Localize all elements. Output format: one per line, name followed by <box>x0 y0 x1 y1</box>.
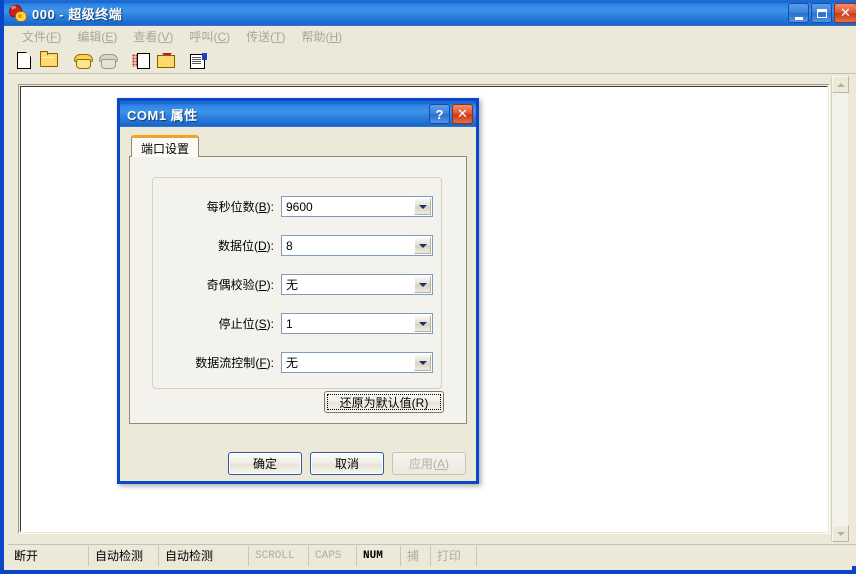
field-parity: 奇偶校验(P): 无 <box>153 274 443 295</box>
combo-parity[interactable]: 无 <box>281 274 433 295</box>
properties-icon[interactable] <box>186 49 210 72</box>
restore-defaults-button[interactable]: 还原为默认值(R) <box>324 391 444 413</box>
title-bar[interactable]: 000 - 超级终端 ✕ <box>4 0 856 26</box>
field-stop-bits: 停止位(S): 1 <box>153 313 443 334</box>
label-parity: 奇偶校验(P): <box>206 278 274 292</box>
status-bar: 断开 自动检测 自动检测 SCROLL CAPS NUM 捕 打印 <box>8 544 856 566</box>
chevron-down-icon[interactable] <box>414 276 431 293</box>
open-folder-icon[interactable] <box>37 49 61 72</box>
dialog-title-bar[interactable]: COM1 属性 ? ✕ <box>120 101 476 127</box>
combo-value-bits-per-second: 9600 <box>286 199 313 214</box>
chevron-down-icon[interactable] <box>414 315 431 332</box>
cancel-button[interactable]: 取消 <box>310 452 384 475</box>
label-stop-bits: 停止位(S): <box>218 317 274 331</box>
combo-value-flow-control: 无 <box>286 356 299 370</box>
window-title: 000 - 超级终端 <box>32 6 123 22</box>
window-frame: 000 - 超级终端 ✕ 文件(F) 编辑(E) 查看(V) 呼叫(C) 传送(… <box>0 0 856 574</box>
dialog-close-button[interactable]: ✕ <box>452 104 473 124</box>
dialog-controls: ? ✕ <box>429 104 473 124</box>
call-phone-icon[interactable] <box>70 49 94 72</box>
menu-file[interactable]: 文件(F) <box>14 26 69 47</box>
send-file-icon[interactable] <box>128 49 152 72</box>
new-document-icon[interactable] <box>12 49 36 72</box>
receive-file-icon[interactable] <box>153 49 177 72</box>
menu-view[interactable]: 查看(V) <box>125 26 181 47</box>
dialog-footer: 确定 取消 应用(A) <box>120 452 476 475</box>
combo-bits-per-second[interactable]: 9600 <box>281 196 433 217</box>
chevron-down-icon[interactable] <box>414 198 431 215</box>
combo-value-data-bits: 8 <box>286 238 293 253</box>
chevron-down-icon[interactable] <box>414 237 431 254</box>
tab-strip: 端口设置 <box>131 135 467 157</box>
combo-value-stop-bits: 1 <box>286 316 293 331</box>
phone-icon <box>7 3 28 22</box>
apply-button: 应用(A) <box>392 452 466 475</box>
vertical-scrollbar[interactable] <box>831 76 849 542</box>
menu-transfer[interactable]: 传送(T) <box>238 26 293 47</box>
scroll-down-icon[interactable] <box>832 525 849 542</box>
scroll-up-icon[interactable] <box>832 76 849 93</box>
tool-bar <box>8 47 856 74</box>
status-print: 打印 <box>431 545 477 566</box>
combo-value-parity: 无 <box>286 278 299 292</box>
hyperterminal-window: 000 - 超级终端 ✕ 文件(F) 编辑(E) 查看(V) 呼叫(C) 传送(… <box>0 0 856 574</box>
status-scroll: SCROLL <box>249 545 309 566</box>
dialog-body: 端口设置 每秒位数(B): 9600 数据位(D): 8 奇偶校验(P): 无 … <box>120 127 476 481</box>
combo-stop-bits[interactable]: 1 <box>281 313 433 334</box>
status-capture: 捕 <box>401 545 431 566</box>
chevron-down-icon[interactable] <box>414 354 431 371</box>
tab-port-settings[interactable]: 端口设置 <box>131 135 200 157</box>
port-settings-group: 每秒位数(B): 9600 数据位(D): 8 奇偶校验(P): 无 停止位(S… <box>152 177 442 389</box>
status-autodetect-1: 自动检测 <box>89 545 159 566</box>
close-button[interactable]: ✕ <box>834 3 856 23</box>
menu-call[interactable]: 呼叫(C) <box>181 26 238 47</box>
dialog-title: COM1 属性 <box>127 107 198 123</box>
menu-bar: 文件(F) 编辑(E) 查看(V) 呼叫(C) 传送(T) 帮助(H) <box>8 26 856 47</box>
field-bits-per-second: 每秒位数(B): 9600 <box>153 196 443 217</box>
label-data-bits: 数据位(D): <box>217 239 274 253</box>
hangup-phone-icon <box>95 49 119 72</box>
status-connection: 断开 <box>14 549 39 563</box>
menu-edit[interactable]: 编辑(E) <box>69 26 125 47</box>
help-button[interactable]: ? <box>429 104 450 124</box>
menu-help[interactable]: 帮助(H) <box>293 26 350 47</box>
field-data-bits: 数据位(D): 8 <box>153 235 443 256</box>
com1-properties-dialog: COM1 属性 ? ✕ 端口设置 每秒位数(B): 9600 数据位(D): 8… <box>117 98 479 484</box>
window-controls: ✕ <box>788 3 856 23</box>
minimize-button[interactable] <box>788 3 809 23</box>
combo-flow-control[interactable]: 无 <box>281 352 433 373</box>
maximize-button[interactable] <box>811 3 832 23</box>
ok-button[interactable]: 确定 <box>228 452 302 475</box>
combo-data-bits[interactable]: 8 <box>281 235 433 256</box>
status-autodetect-2: 自动检测 <box>159 545 249 566</box>
field-flow-control: 数据流控制(F): 无 <box>153 352 443 373</box>
tab-panel-port-settings: 每秒位数(B): 9600 数据位(D): 8 奇偶校验(P): 无 停止位(S… <box>129 156 467 424</box>
restore-defaults-label: 还原为默认值(R) <box>339 395 429 410</box>
label-bits-per-second: 每秒位数(B): <box>206 200 274 214</box>
status-num: NUM <box>357 545 401 566</box>
status-caps: CAPS <box>309 545 357 566</box>
label-flow-control: 数据流控制(F): <box>195 356 274 370</box>
tab-label: 端口设置 <box>141 142 190 156</box>
